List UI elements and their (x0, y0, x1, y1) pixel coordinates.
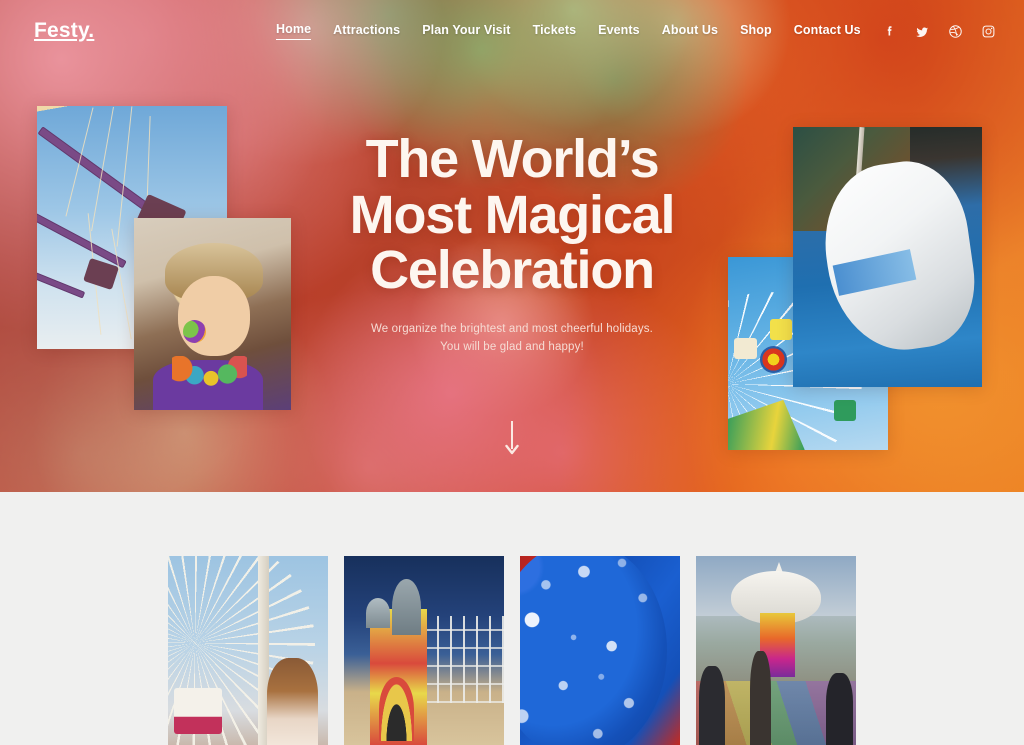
headline-line-1: The World’s (365, 129, 660, 189)
park-entrance-arch (379, 676, 415, 742)
headline-line-2: Most Magical (349, 184, 676, 245)
main-navigation: Home Attractions Plan Your Visit Tickets… (276, 22, 861, 40)
nav-item-events[interactable]: Events (598, 23, 640, 40)
gallery-row (168, 556, 856, 745)
hero-subheadline: We organize the brightest and most cheer… (0, 321, 1024, 357)
crowd-figure (750, 650, 772, 745)
crowd-figure (825, 673, 853, 745)
nav-item-tickets[interactable]: Tickets (533, 23, 577, 40)
subhead-line-2: You will be glad and happy! (440, 340, 584, 353)
nav-item-about-us[interactable]: About Us (662, 23, 718, 40)
roller-coaster-structure (424, 616, 504, 704)
star-balloon (520, 556, 668, 745)
facebook-icon[interactable] (882, 24, 897, 39)
dribbble-icon[interactable] (948, 24, 963, 39)
brand-logo[interactable]: Festy. (34, 19, 94, 43)
hero-copy: The World’s Most Magical Celebration We … (0, 129, 1024, 357)
instagram-icon[interactable] (981, 24, 996, 39)
gallery-section (0, 492, 1024, 745)
ferris-wheel-cabin (174, 688, 223, 734)
gallery-card-ferris-wheel[interactable] (168, 556, 328, 745)
hero-section: Festy. Home Attractions Plan Your Visit … (0, 0, 1024, 492)
scroll-down-arrow[interactable] (504, 421, 520, 460)
site-header: Festy. Home Attractions Plan Your Visit … (0, 0, 1024, 62)
nav-item-plan-your-visit[interactable]: Plan Your Visit (422, 23, 510, 40)
gallery-card-star-balloon[interactable] (520, 556, 680, 745)
nav-item-shop[interactable]: Shop (740, 23, 772, 40)
visitor-silhouette (267, 658, 319, 745)
subhead-line-1: We organize the brightest and most cheer… (371, 322, 653, 335)
nav-item-contact-us[interactable]: Contact Us (794, 23, 861, 40)
nav-item-home[interactable]: Home (276, 22, 312, 40)
park-tower-dome (366, 597, 391, 628)
twitter-icon[interactable] (915, 24, 930, 39)
social-links (882, 24, 996, 39)
headline-line-3: Celebration (370, 240, 655, 301)
nav-item-attractions[interactable]: Attractions (333, 23, 400, 40)
crowd-figure (699, 665, 725, 745)
gallery-card-water-ride[interactable] (696, 556, 856, 745)
gallery-card-luna-park[interactable] (344, 556, 504, 745)
park-tower-spire (392, 578, 421, 636)
page-title: The World’s Most Magical Celebration (0, 129, 1024, 301)
